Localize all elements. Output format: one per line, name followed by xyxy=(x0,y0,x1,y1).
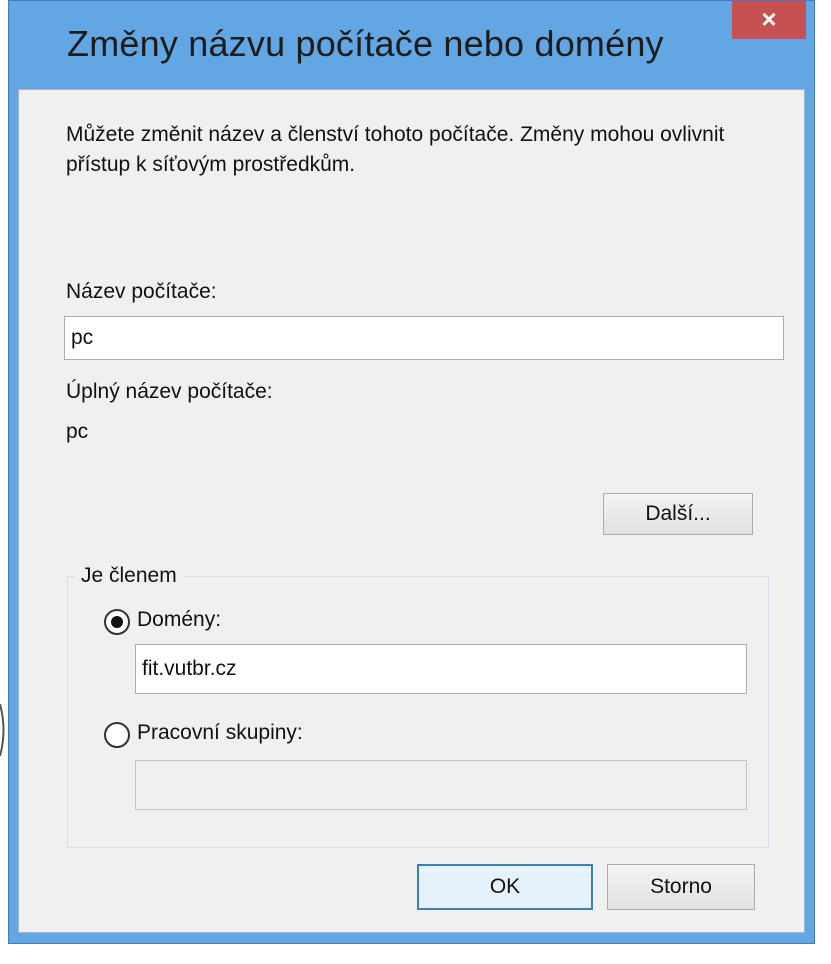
background-edge-decoration xyxy=(0,703,5,757)
full-name-value: pc xyxy=(66,420,89,443)
domain-radio[interactable] xyxy=(104,609,130,635)
cancel-button[interactable]: Storno xyxy=(607,864,755,910)
dialog-window: Změny názvu počítače nebo domény × Můžet… xyxy=(8,0,815,944)
intro-text: Můžete změnit název a členství tohoto po… xyxy=(66,123,725,176)
computer-name-label: Název počítače: xyxy=(66,280,217,303)
dialog-title: Změny názvu počítače nebo domény xyxy=(67,23,664,64)
computer-name-input[interactable]: pc xyxy=(64,316,784,360)
domain-label[interactable]: Domény: xyxy=(137,608,221,632)
domain-value: fit.vutbr.cz xyxy=(142,657,237,680)
ok-button[interactable]: OK xyxy=(417,864,593,910)
domain-input[interactable]: fit.vutbr.cz xyxy=(135,644,747,694)
computer-name-value: pc xyxy=(71,326,94,349)
title-bar[interactable]: Změny názvu počítače nebo domény × xyxy=(9,1,814,89)
full-name-label: Úplný název počítače: xyxy=(66,380,273,403)
member-of-label: Je členem xyxy=(75,564,183,588)
radio-selected-dot xyxy=(111,616,123,628)
workgroup-label[interactable]: Pracovní skupiny: xyxy=(137,721,303,745)
more-button[interactable]: Další... xyxy=(603,493,753,535)
workgroup-input[interactable] xyxy=(135,760,747,810)
workgroup-radio[interactable] xyxy=(104,722,130,748)
dialog-client-area: Můžete změnit název a členství tohoto po… xyxy=(18,89,805,933)
close-button[interactable]: × xyxy=(732,1,806,39)
close-icon: × xyxy=(761,4,777,34)
